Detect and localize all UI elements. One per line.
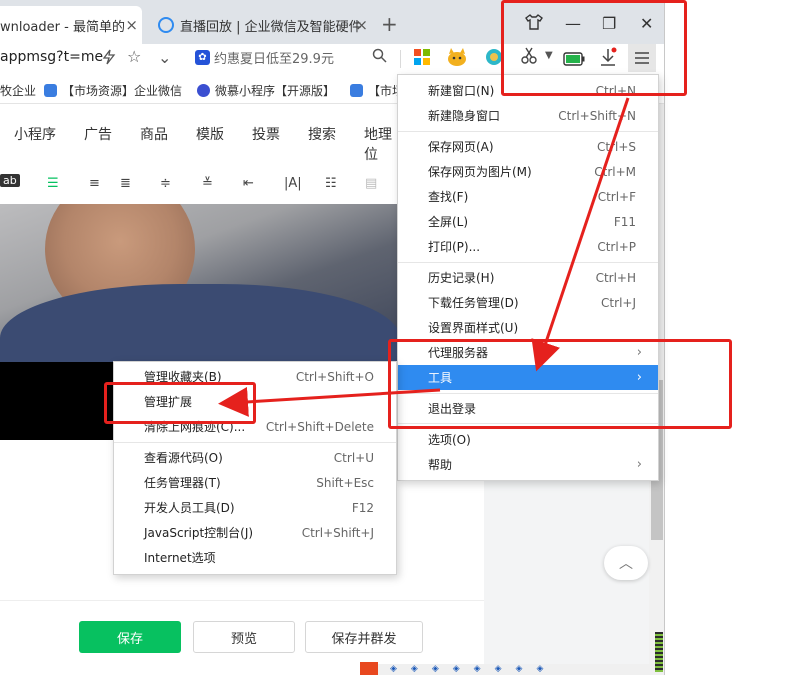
tab-live-replay[interactable]: 直播回放 | 企业微信及智能硬件 ×: [150, 6, 372, 44]
bullet-list-icon[interactable]: ☷: [325, 176, 337, 191]
bottom-action-bar: 保存 预览 保存并群发: [0, 600, 484, 664]
preview-button[interactable]: 预览: [193, 621, 295, 653]
video-person-shirt: [0, 284, 400, 364]
menu-item-downloads[interactable]: 下载任务管理(D) Ctrl+J: [398, 290, 658, 315]
tab-label: wnloader - 最简单的: [0, 19, 125, 35]
bookmark-favicon-icon: [197, 84, 210, 97]
letter-spacing-icon[interactable]: |A|: [284, 176, 302, 191]
back-to-top-chevron-icon[interactable]: ︿: [604, 546, 648, 580]
menu-item-dev-tools[interactable]: 开发人员工具(D) F12: [114, 495, 396, 520]
editor-category-nav: 小程序 广告 商品 模版 投票 搜索 地理位: [0, 114, 400, 163]
bookmark-item[interactable]: 微慕小程序【开源版】: [197, 82, 335, 99]
indent-icon[interactable]: ≡: [89, 176, 100, 191]
annotation-box-menu-button: [501, 0, 687, 96]
new-tab-button[interactable]: +: [381, 12, 398, 36]
menu-item-find[interactable]: 查找(F) Ctrl+F: [398, 184, 658, 209]
menu-item-save-as-image[interactable]: 保存网页为图片(M) Ctrl+M: [398, 159, 658, 184]
dropdown-chevron-icon[interactable]: ⌄: [158, 48, 171, 67]
nav-item-miniprogram[interactable]: 小程序: [14, 124, 56, 144]
taskbar-app-icon[interactable]: [360, 662, 378, 675]
align-left-icon[interactable]: ☰: [47, 176, 59, 191]
window-border: [664, 0, 665, 675]
menu-item-task-manager[interactable]: 任务管理器(T) Shift+Esc: [114, 470, 396, 495]
desktop-background: [665, 0, 808, 675]
star-bookmark-icon[interactable]: ☆: [127, 47, 141, 66]
tab-label: 直播回放 | 企业微信及智能硬件: [180, 19, 362, 35]
screenshot-root: wnloader - 最简单的 × 直播回放 | 企业微信及智能硬件 × + —…: [0, 0, 808, 675]
nav-item-ads[interactable]: 广告: [84, 124, 112, 144]
save-button[interactable]: 保存: [79, 621, 181, 653]
bookmark-item[interactable]: 【市场: [350, 82, 404, 99]
toolbar-divider: [400, 50, 401, 68]
live-video-frame: [0, 204, 400, 364]
menu-item-view-source[interactable]: 查看源代码(O) Ctrl+U: [114, 445, 396, 470]
annotation-box-tools: [388, 339, 732, 429]
paragraph-spacing-icon[interactable]: ≚: [202, 176, 213, 191]
paw-icon: ✿: [195, 50, 210, 65]
lightning-icon[interactable]: [102, 49, 116, 69]
menu-item-history[interactable]: 历史记录(H) Ctrl+H: [398, 265, 658, 290]
save-and-send-button[interactable]: 保存并群发: [305, 621, 423, 653]
menu-item-fullscreen[interactable]: 全屏(L) F11: [398, 209, 658, 234]
taskbar-strip: ◈◈◈◈◈◈◈◈: [360, 662, 665, 675]
editor-toolbar: ab ☰ ≡ ≣ ≑ ≚ ⇤ |A| ☷ ▤: [0, 166, 400, 200]
annotation-box-manage-extensions: [104, 382, 256, 424]
menu-item-js-console[interactable]: JavaScript控制台(J) Ctrl+Shift+J: [114, 520, 396, 545]
menu-item-options[interactable]: 选项(O): [398, 427, 658, 452]
menu-item-new-incognito[interactable]: 新建隐身窗口 Ctrl+Shift+N: [398, 103, 658, 128]
align-center-icon[interactable]: ≣: [120, 176, 131, 191]
tab-downloader[interactable]: wnloader - 最简单的 ×: [0, 6, 142, 44]
taskbar-tray-icons[interactable]: ◈◈◈◈◈◈◈◈: [390, 664, 557, 674]
table-icon[interactable]: ▤: [365, 176, 377, 191]
windows-app-icon[interactable]: [414, 49, 430, 69]
menu-item-save-page[interactable]: 保存网页(A) Ctrl+S: [398, 134, 658, 159]
menu-separator: [114, 442, 396, 443]
outdent-icon[interactable]: ⇤: [243, 176, 254, 191]
submenu-arrow-icon: ›: [636, 457, 642, 472]
bookmark-favicon-icon: [350, 84, 363, 97]
menu-item-help[interactable]: 帮助 ›: [398, 452, 658, 477]
menu-separator: [398, 262, 658, 263]
tab-favicon-icon: [158, 17, 174, 33]
nav-item-products[interactable]: 商品: [140, 124, 168, 144]
nav-item-templates[interactable]: 模版: [196, 124, 224, 144]
cat-extension-icon[interactable]: [446, 47, 468, 71]
bookmark-item[interactable]: 牧企业: [0, 82, 36, 99]
url-input[interactable]: appmsg?t=me: [0, 49, 103, 65]
tab-close-icon[interactable]: ×: [125, 16, 138, 34]
text-bg-color-button[interactable]: ab: [0, 174, 20, 187]
nav-item-vote[interactable]: 投票: [252, 124, 280, 144]
menu-item-ui-style[interactable]: 设置界面样式(U): [398, 315, 658, 340]
nav-item-location[interactable]: 地理位: [364, 124, 400, 164]
search-icon[interactable]: [372, 48, 387, 67]
tab-close-icon[interactable]: ×: [355, 16, 368, 34]
bookmark-favicon-icon: [44, 84, 57, 97]
nav-item-search[interactable]: 搜索: [308, 124, 336, 144]
menu-separator: [398, 131, 658, 132]
line-height-icon[interactable]: ≑: [160, 176, 171, 191]
bookmark-item[interactable]: 【市场资源】企业微信: [44, 82, 182, 99]
volume-meter: [655, 632, 663, 672]
promo-search-hint[interactable]: ✿ 约惠夏日低至29.9元: [195, 48, 334, 67]
menu-item-print[interactable]: 打印(P)... Ctrl+P: [398, 234, 658, 259]
menu-item-internet-options[interactable]: Internet选项: [114, 545, 396, 570]
